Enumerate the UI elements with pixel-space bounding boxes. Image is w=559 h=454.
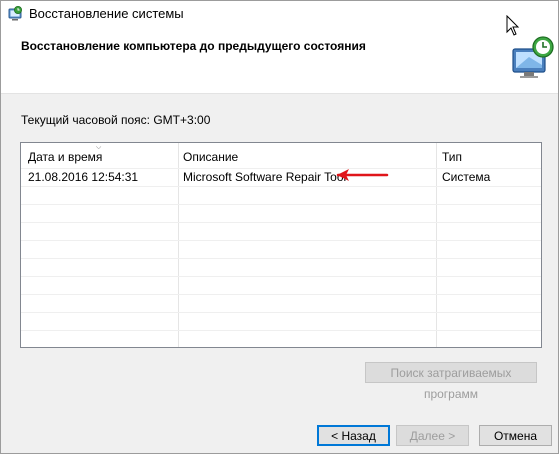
cancel-button[interactable]: Отмена — [479, 425, 552, 446]
timezone-label: Текущий часовой пояс: GMT+3:00 — [21, 113, 211, 127]
back-button[interactable]: < Назад — [317, 425, 390, 446]
mouse-cursor-icon — [506, 15, 520, 36]
restore-points-list[interactable]: ⌵ Дата и время Описание Тип 21.08.2016 1… — [20, 142, 542, 348]
wizard-header: Восстановление системы Восстановление ко… — [1, 1, 558, 94]
system-restore-window: Восстановление системы Восстановление ко… — [0, 0, 559, 454]
red-arrow-annotation — [336, 169, 389, 181]
column-header-description[interactable]: Описание — [183, 143, 238, 168]
row-type: Система — [442, 170, 491, 184]
window-title: Восстановление системы — [29, 6, 184, 21]
column-divider — [178, 143, 179, 347]
scan-affected-programs-button[interactable]: Поиск затрагиваемых программ — [365, 362, 537, 401]
restore-monitor-icon — [512, 36, 554, 78]
row-description: Microsoft Software Repair Tool — [183, 170, 347, 184]
column-header-type[interactable]: Тип — [442, 143, 462, 168]
column-divider — [436, 143, 437, 347]
column-header-date[interactable]: Дата и время — [28, 143, 102, 168]
next-button[interactable]: Далее > — [396, 425, 469, 446]
page-heading: Восстановление компьютера до предыдущего… — [21, 39, 366, 53]
system-restore-icon — [8, 6, 22, 21]
row-date: 21.08.2016 12:54:31 — [28, 170, 139, 184]
